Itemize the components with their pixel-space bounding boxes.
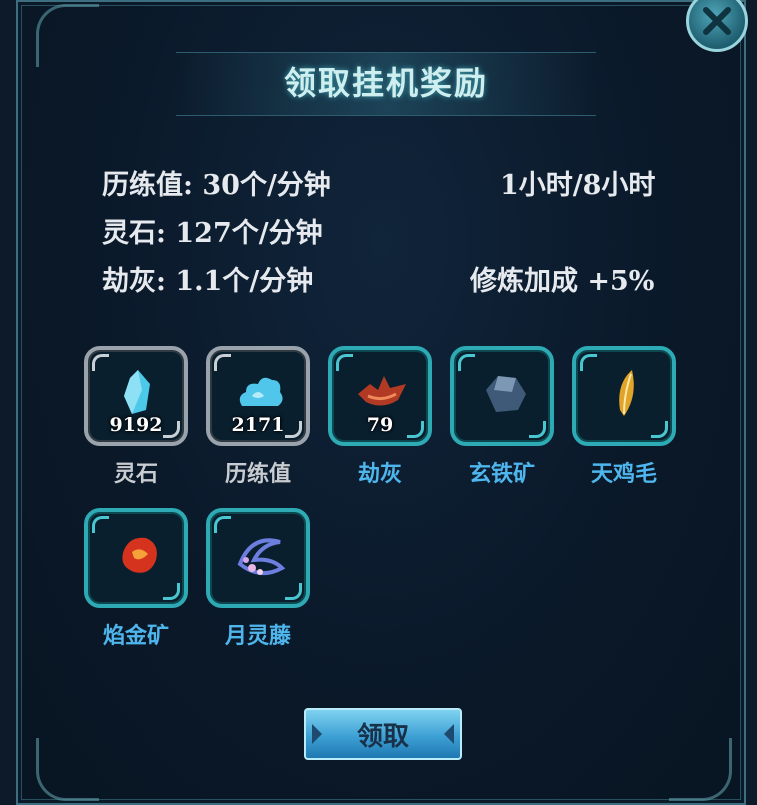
dialog-title: 领取挂机奖励 bbox=[283, 64, 488, 102]
reward-count: 79 bbox=[366, 414, 394, 436]
arrow-left-icon bbox=[312, 724, 322, 744]
reward-slot-experience[interactable]: 2171 bbox=[206, 346, 310, 446]
corner-ornament bbox=[36, 4, 99, 67]
corner-ornament bbox=[669, 738, 732, 801]
reward-label: 玄铁矿 bbox=[468, 461, 535, 487]
flame-ore-icon bbox=[122, 537, 157, 573]
reward-label: 历练值 bbox=[224, 461, 291, 487]
reward-label: 灵石 bbox=[113, 461, 158, 487]
exp-label: 历练值: bbox=[102, 170, 193, 201]
reward-label: 劫灰 bbox=[357, 461, 402, 487]
ash-rate-row: 劫灰: 1.1个/分钟 bbox=[102, 259, 313, 298]
arrow-right-icon bbox=[444, 724, 454, 744]
reward-label: 天鸡毛 bbox=[590, 461, 657, 487]
reward-slot-calamity-ash[interactable]: 79 bbox=[328, 346, 432, 446]
reward-slot-sky-chicken-feather[interactable] bbox=[572, 346, 676, 446]
corner-ornament bbox=[36, 738, 99, 801]
dark-ore-icon bbox=[486, 376, 526, 412]
reward-slot-spirit-stone[interactable]: 9192 bbox=[84, 346, 188, 446]
moon-vine-icon bbox=[237, 538, 286, 576]
stone-label: 灵石: bbox=[102, 218, 166, 249]
reward-slot-dark-iron-ore[interactable] bbox=[450, 346, 554, 446]
stone-rate-value: 127个/分钟 bbox=[175, 218, 323, 249]
golden-feather-icon bbox=[619, 370, 634, 416]
exp-rate-value: 30个/分钟 bbox=[202, 170, 331, 201]
reward-label: 月灵藤 bbox=[224, 623, 291, 649]
reward-slot-moon-spirit-vine[interactable] bbox=[206, 508, 310, 608]
reward-label: 焰金矿 bbox=[102, 623, 169, 649]
ash-rate-value: 1.1个/分钟 bbox=[175, 266, 314, 297]
claim-button[interactable]: 领取 bbox=[304, 708, 462, 760]
close-icon bbox=[703, 7, 731, 35]
reward-slot-flame-gold-ore[interactable] bbox=[84, 508, 188, 608]
cultivation-bonus: 修炼加成 +5% bbox=[470, 266, 655, 297]
reward-count: 2171 bbox=[231, 414, 285, 436]
ash-label: 劫灰: bbox=[102, 266, 166, 297]
exp-rate-row: 历练值: 30个/分钟 bbox=[102, 163, 331, 202]
claim-button-label: 领取 bbox=[356, 721, 409, 752]
stone-rate-row: 灵石: 127个/分钟 bbox=[102, 211, 323, 250]
reward-count: 9192 bbox=[109, 414, 163, 436]
idle-time: 1小时/8小时 bbox=[500, 170, 656, 201]
